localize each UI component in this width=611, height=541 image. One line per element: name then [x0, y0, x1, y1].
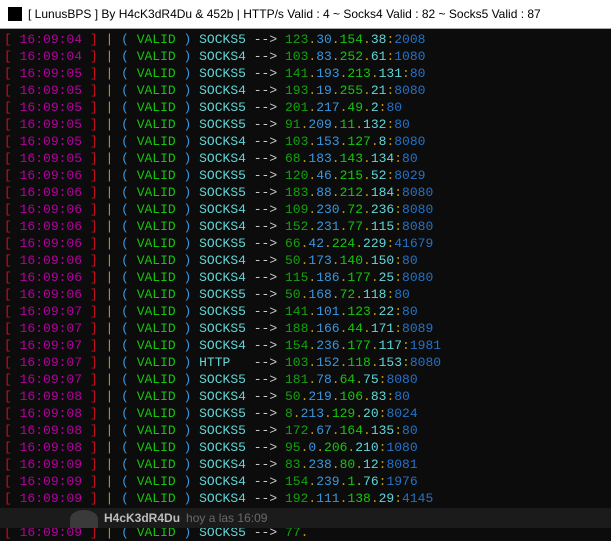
log-line: [ 16:09:09 ] | ( VALID ) SOCKS4 --> 83.2…: [4, 456, 611, 473]
log-line: [ 16:09:05 ] | ( VALID ) SOCKS4 --> 193.…: [4, 82, 611, 99]
log-line: [ 16:09:05 ] | ( VALID ) SOCKS4 --> 68.1…: [4, 150, 611, 167]
log-line: [ 16:09:06 ] | ( VALID ) SOCKS4 --> 109.…: [4, 201, 611, 218]
log-line: [ 16:09:08 ] | ( VALID ) SOCKS5 --> 172.…: [4, 422, 611, 439]
avatar: [70, 510, 98, 528]
log-line: [ 16:09:07 ] | ( VALID ) SOCKS4 --> 154.…: [4, 337, 611, 354]
window-titlebar: [ LunusBPS ] By H4cK3dR4Du & 452b | HTTP…: [0, 0, 611, 29]
log-line: [ 16:09:07 ] | ( VALID ) SOCKS5 --> 141.…: [4, 303, 611, 320]
log-line: [ 16:09:07 ] | ( VALID ) SOCKS5 --> 188.…: [4, 320, 611, 337]
discord-status-bar: H4cK3dR4Du hoy a las 16:09: [0, 508, 611, 528]
log-line: [ 16:09:04 ] | ( VALID ) SOCKS5 --> 123.…: [4, 31, 611, 48]
log-line: [ 16:09:09 ] | ( VALID ) SOCKS4 --> 192.…: [4, 490, 611, 507]
log-line: [ 16:09:06 ] | ( VALID ) SOCKS4 --> 115.…: [4, 269, 611, 286]
log-line: [ 16:09:08 ] | ( VALID ) SOCKS5 --> 8.21…: [4, 405, 611, 422]
username: H4cK3dR4Du: [104, 510, 180, 527]
log-line: [ 16:09:08 ] | ( VALID ) SOCKS4 --> 50.2…: [4, 388, 611, 405]
terminal-output: [ 16:09:04 ] | ( VALID ) SOCKS5 --> 123.…: [0, 29, 611, 541]
window-icon: [8, 7, 22, 21]
log-line: [ 16:09:07 ] | ( VALID ) HTTP --> 103.15…: [4, 354, 611, 371]
log-line: [ 16:09:06 ] | ( VALID ) SOCKS4 --> 152.…: [4, 218, 611, 235]
log-line: [ 16:09:07 ] | ( VALID ) SOCKS5 --> 181.…: [4, 371, 611, 388]
log-line: [ 16:09:05 ] | ( VALID ) SOCKS4 --> 103.…: [4, 133, 611, 150]
log-line: [ 16:09:06 ] | ( VALID ) SOCKS5 --> 66.4…: [4, 235, 611, 252]
log-line: [ 16:09:06 ] | ( VALID ) SOCKS4 --> 50.1…: [4, 252, 611, 269]
log-line: [ 16:09:06 ] | ( VALID ) SOCKS5 --> 183.…: [4, 184, 611, 201]
log-line: [ 16:09:06 ] | ( VALID ) SOCKS5 --> 50.1…: [4, 286, 611, 303]
log-line: [ 16:09:04 ] | ( VALID ) SOCKS4 --> 103.…: [4, 48, 611, 65]
log-line: [ 16:09:05 ] | ( VALID ) SOCKS5 --> 91.2…: [4, 116, 611, 133]
status-text: hoy a las 16:09: [186, 510, 267, 527]
log-line: [ 16:09:05 ] | ( VALID ) SOCKS5 --> 141.…: [4, 65, 611, 82]
log-line: [ 16:09:09 ] | ( VALID ) SOCKS4 --> 154.…: [4, 473, 611, 490]
log-line: [ 16:09:05 ] | ( VALID ) SOCKS5 --> 201.…: [4, 99, 611, 116]
log-line: [ 16:09:08 ] | ( VALID ) SOCKS5 --> 95.0…: [4, 439, 611, 456]
window-title: [ LunusBPS ] By H4cK3dR4Du & 452b | HTTP…: [28, 6, 541, 23]
log-line: [ 16:09:06 ] | ( VALID ) SOCKS5 --> 120.…: [4, 167, 611, 184]
